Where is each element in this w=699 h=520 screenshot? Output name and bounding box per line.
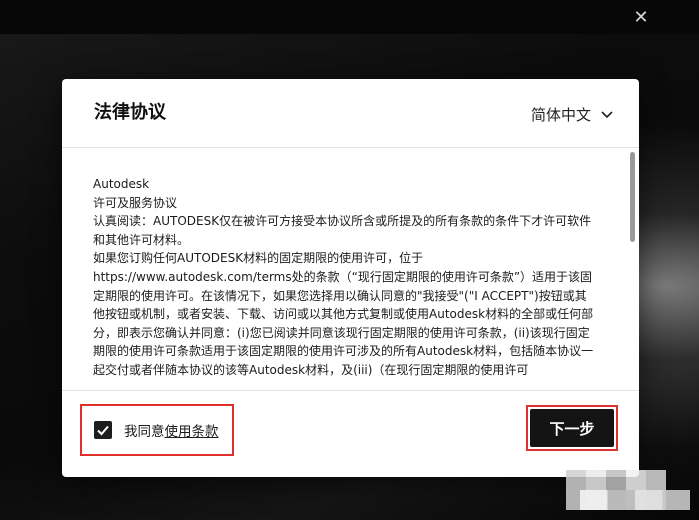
pixelated-watermark [580, 490, 690, 510]
terms-line: 如果您订购任何AUTODESK材料的固定期限的使用许可，位于https://ww… [93, 251, 594, 377]
scrollbar-thumb[interactable] [630, 152, 635, 242]
dialog-header: 法律协议 简体中文 [62, 79, 639, 148]
legal-agreement-dialog: 法律协议 简体中文 Autodesk 许可及服务协议 认真阅读：AUTODESK… [62, 79, 639, 477]
language-select[interactable]: 简体中文 [531, 103, 615, 125]
next-button[interactable]: 下一步 [530, 409, 614, 447]
agree-checkbox[interactable] [94, 421, 112, 439]
chevron-down-icon [601, 111, 613, 119]
agree-label: 我同意使用条款 [124, 420, 219, 440]
language-label: 简体中文 [530, 105, 591, 124]
terms-of-use-link[interactable]: 使用条款 [165, 424, 219, 440]
close-icon[interactable]: ✕ [631, 8, 651, 28]
terms-scroll-area[interactable]: Autodesk 许可及服务协议 认真阅读：AUTODESK仅在被许可方接受本协… [62, 148, 639, 390]
check-icon [97, 425, 109, 436]
terms-line: 认真阅读：AUTODESK仅在被许可方接受本协议所含或所提及的所有条款的条件下才… [93, 214, 592, 247]
dialog-footer: 我同意使用条款 下一步 [62, 390, 639, 477]
terms-line: 许可及服务协议 [93, 195, 178, 210]
dialog-title: 法律协议 [94, 102, 166, 123]
agree-checkbox-row[interactable]: 我同意使用条款 [80, 404, 234, 456]
next-button-highlight: 下一步 [526, 405, 618, 451]
terms-text: Autodesk 许可及服务协议 认真阅读：AUTODESK仅在被许可方接受本协… [93, 175, 598, 380]
terms-line: Autodesk [93, 177, 150, 191]
agree-prefix: 我同意 [124, 424, 165, 440]
title-bar: ✕ [0, 0, 699, 34]
